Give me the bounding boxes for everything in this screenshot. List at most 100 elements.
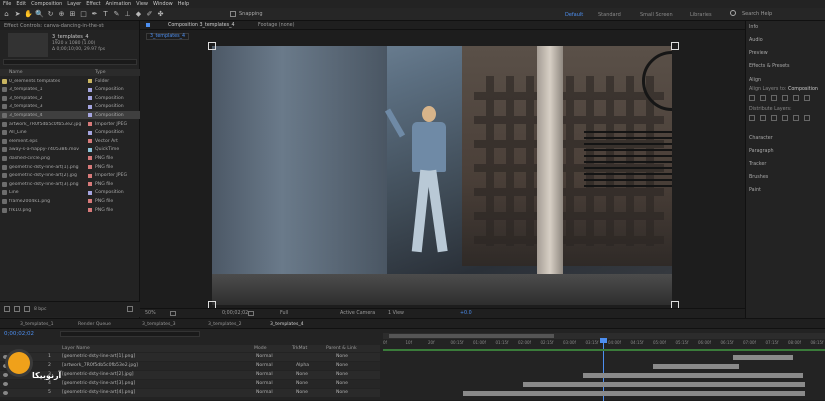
layer-name[interactable]: [geometric-dsty-line-art[4].png] xyxy=(62,390,135,395)
label-color-swatch[interactable] xyxy=(88,182,92,187)
layer-mode-select[interactable]: Normal xyxy=(256,372,273,377)
work-area-range[interactable] xyxy=(389,334,554,338)
align-target-select[interactable]: Composition xyxy=(788,87,818,92)
snapshot-icon[interactable] xyxy=(248,311,254,316)
project-item[interactable]: 0_elements templates Folder xyxy=(0,77,140,85)
align-right-icon[interactable] xyxy=(771,95,777,101)
menu-effect[interactable]: Effect xyxy=(86,1,100,7)
project-item[interactable]: artwork_7R0f5db5c0fb53e2.jpg Importer JPE… xyxy=(0,120,140,128)
delete-icon[interactable] xyxy=(127,306,133,312)
menu-help[interactable]: Help xyxy=(178,1,189,7)
hand-tool-icon[interactable]: ✋ xyxy=(24,10,33,19)
label-color-swatch[interactable] xyxy=(88,156,92,161)
project-item[interactable]: 3_templates_1 Composition xyxy=(0,86,140,94)
pen-tool-icon[interactable]: ✒ xyxy=(90,10,99,19)
panel-brushes[interactable]: Brushes xyxy=(749,175,768,180)
project-item[interactable]: frame2004k1.png PNG file xyxy=(0,197,140,205)
search-help-input[interactable]: Search Help xyxy=(742,11,772,17)
views-select[interactable]: 1 View xyxy=(388,311,404,316)
tab-templates-3[interactable]: 3_templates_3 xyxy=(142,322,176,327)
panel-paint[interactable]: Paint xyxy=(749,188,761,193)
interpret-footage-icon[interactable] xyxy=(4,306,10,312)
search-icon[interactable] xyxy=(730,10,736,16)
layer-parent-select[interactable]: None xyxy=(336,363,348,368)
panel-paragraph[interactable]: Paragraph xyxy=(749,149,774,154)
label-color-swatch[interactable] xyxy=(88,147,92,152)
panel-preview[interactable]: Preview xyxy=(749,51,768,56)
label-color-swatch[interactable] xyxy=(88,96,92,101)
label-color-swatch[interactable] xyxy=(88,139,92,144)
menu-layer[interactable]: Layer xyxy=(67,1,81,7)
layer-trkmat-select[interactable]: None xyxy=(296,390,308,395)
layer-duration-bar[interactable] xyxy=(583,373,803,378)
selection-tool-icon[interactable]: ➤ xyxy=(13,10,22,19)
workspace-small-screen[interactable]: Small Screen xyxy=(640,12,673,18)
column-parent[interactable]: Parent & Link xyxy=(326,346,357,351)
distribute-bottom-icon[interactable] xyxy=(771,115,777,121)
eraser-tool-icon[interactable]: ◆ xyxy=(134,10,143,19)
layer-trkmat-select[interactable]: Alpha xyxy=(296,363,309,368)
tab-render-queue[interactable]: Render Queue xyxy=(78,322,111,327)
label-color-swatch[interactable] xyxy=(88,113,92,118)
layer-duration-bar[interactable] xyxy=(653,364,739,369)
menu-animation[interactable]: Animation xyxy=(106,1,132,7)
puppet-tool-icon[interactable]: ✤ xyxy=(156,10,165,19)
resolution-select[interactable]: Full xyxy=(280,311,288,316)
distribute-right-icon[interactable] xyxy=(804,115,810,121)
viewer-timecode[interactable]: 0;00;02;02 xyxy=(222,311,248,316)
brush-tool-icon[interactable]: ✎ xyxy=(112,10,121,19)
workspace-libraries[interactable]: Libraries xyxy=(690,12,712,18)
label-color-swatch[interactable] xyxy=(88,190,92,195)
bpc-label[interactable]: 8 bpc xyxy=(34,307,46,312)
lock-icon[interactable] xyxy=(146,23,150,27)
layer-parent-select[interactable]: None xyxy=(336,381,348,386)
align-hcenter-icon[interactable] xyxy=(760,95,766,101)
panel-info[interactable]: Info xyxy=(749,25,758,30)
layer-mode-select[interactable]: Normal xyxy=(256,354,273,359)
new-folder-icon[interactable] xyxy=(14,306,20,312)
camera-tool-icon[interactable]: ⊕ xyxy=(57,10,66,19)
zoom-tool-icon[interactable]: 🔍 xyxy=(35,10,44,19)
clone-stamp-tool-icon[interactable]: ⊥ xyxy=(123,10,132,19)
breadcrumb[interactable]: 3_templates_4 xyxy=(146,33,190,40)
layer-duration-bar[interactable] xyxy=(463,391,805,396)
zoom-select[interactable]: 50% xyxy=(145,311,156,316)
project-item[interactable]: element.eps Vector Art xyxy=(0,137,140,145)
label-color-swatch[interactable] xyxy=(88,208,92,212)
distribute-hcenter-icon[interactable] xyxy=(793,115,799,121)
exposure-value[interactable]: +0.0 xyxy=(460,311,472,316)
project-item[interactable]: geometric-dsty-line-art[2].jpg Importer J… xyxy=(0,172,140,180)
layer-parent-select[interactable]: None xyxy=(336,390,348,395)
transform-handle-tl[interactable] xyxy=(208,42,216,50)
column-type[interactable]: Type xyxy=(95,70,106,75)
menu-edit[interactable]: Edit xyxy=(16,1,26,7)
align-left-icon[interactable] xyxy=(749,95,755,101)
column-mode[interactable]: Mode xyxy=(254,346,267,351)
project-item[interactable]: 3_templates_3 Composition xyxy=(0,103,140,111)
panel-align[interactable]: Align xyxy=(749,78,761,83)
project-search-input[interactable] xyxy=(3,59,137,65)
layer-trkmat-select[interactable]: None xyxy=(296,381,308,386)
panel-character[interactable]: Character xyxy=(749,136,773,141)
pan-behind-tool-icon[interactable]: ⊞ xyxy=(68,10,77,19)
layer-parent-select[interactable]: None xyxy=(336,372,348,377)
project-item[interactable]: Line Composition xyxy=(0,189,140,197)
project-item[interactable]: 3_templates_4 Composition xyxy=(0,111,140,120)
menu-composition[interactable]: Composition xyxy=(31,1,62,7)
tab-composition[interactable]: Composition 3_templates_4 xyxy=(168,23,235,28)
project-item[interactable]: geometric-dsty-line-art[1].png PNG file xyxy=(0,163,140,171)
layer-duration-bar[interactable] xyxy=(523,382,805,387)
layer-parent-select[interactable]: None xyxy=(336,354,348,359)
align-vcenter-icon[interactable] xyxy=(793,95,799,101)
label-color-swatch[interactable] xyxy=(88,130,92,135)
project-item[interactable]: frk10.png PNG file xyxy=(0,206,140,214)
align-top-icon[interactable] xyxy=(782,95,788,101)
label-color-swatch[interactable] xyxy=(88,87,92,92)
align-bottom-icon[interactable] xyxy=(804,95,810,101)
project-item[interactable]: dashed-circle.png PNG file xyxy=(0,154,140,162)
tab-templates-2[interactable]: 3_templates_2 xyxy=(208,322,242,327)
composition-canvas[interactable] xyxy=(212,46,672,305)
project-item[interactable]: All_Line Composition xyxy=(0,129,140,137)
timeline-search-input[interactable] xyxy=(60,331,200,337)
roto-brush-tool-icon[interactable]: ✐ xyxy=(145,10,154,19)
